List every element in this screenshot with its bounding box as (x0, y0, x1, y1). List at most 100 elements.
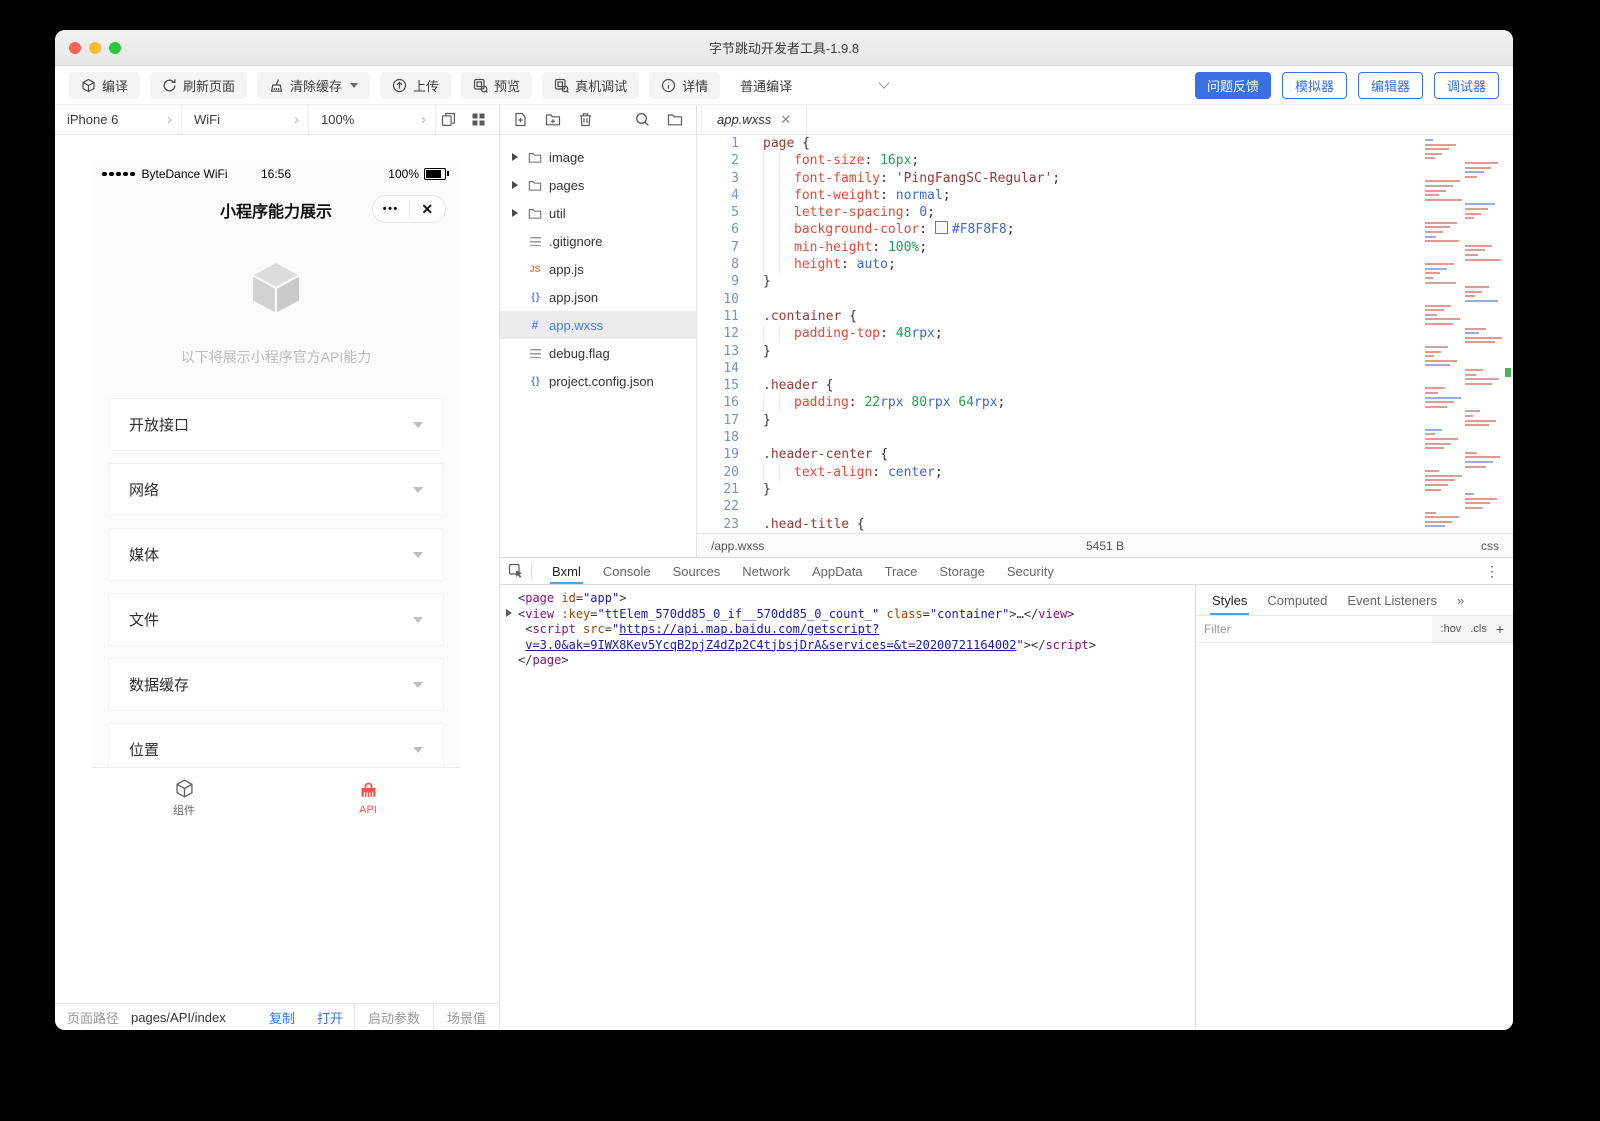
new-style-rule-button[interactable]: + (1496, 621, 1504, 637)
copy-screenshot-icon[interactable] (441, 112, 456, 127)
devtools-tab-console[interactable]: Console (592, 558, 662, 584)
chevron-right-icon: › (167, 112, 172, 127)
more-menu-button[interactable]: ••• (373, 203, 409, 215)
toggle-hover-state-button[interactable]: :hov (1441, 623, 1462, 635)
file-item-.gitignore[interactable]: .gitignore (500, 227, 696, 255)
devtools-tab-trace[interactable]: Trace (874, 558, 929, 584)
clock-label: 16:56 (261, 167, 291, 181)
toggle-class-button[interactable]: .cls (1470, 623, 1487, 635)
devtools-tab-storage[interactable]: Storage (928, 558, 996, 584)
devtools-tab-network[interactable]: Network (731, 558, 801, 584)
feedback-button[interactable]: 问题反馈 (1195, 72, 1271, 99)
code-editor[interactable]: 1page {2font-size: 16px;3font-family: 'P… (697, 135, 1513, 533)
details-label: 详情 (682, 76, 708, 95)
styles-tab-styles[interactable]: Styles (1202, 585, 1257, 615)
compile-button[interactable]: 编译 (69, 72, 140, 99)
editor-tab-app-wxss[interactable]: app.wxss ✕ (701, 105, 807, 134)
bxml-node-line-1[interactable]: <page id="app"> (506, 591, 1195, 607)
code-line-15: 15.header { (697, 377, 1513, 394)
file-item-image[interactable]: image (500, 143, 696, 171)
expand-caret-icon[interactable] (500, 209, 526, 217)
editor-toggle-button[interactable]: 编辑器 (1358, 72, 1423, 99)
compile-mode-select[interactable]: 普通编译 (734, 72, 894, 99)
clear-cache-button[interactable]: 清除缓存 (257, 72, 370, 99)
file-item-pages[interactable]: pages (500, 171, 696, 199)
file-item-debug.flag[interactable]: debug.flag (500, 339, 696, 367)
more-options-icon[interactable]: ⋮ (1479, 563, 1505, 580)
network-select[interactable]: WiFi › (182, 105, 309, 134)
file-item-project.config.json[interactable]: { }project.config.json (500, 367, 696, 395)
api-section-1[interactable]: 网络 (108, 463, 444, 516)
tab-components[interactable]: 组件 (92, 768, 276, 827)
styles-tab-»[interactable]: » (1447, 585, 1474, 615)
file-name: project.config.json (549, 374, 654, 389)
devtools-tab-appdata[interactable]: AppData (801, 558, 874, 584)
titlebar: 字节跳动开发者工具-1.9.8 (55, 30, 1513, 66)
bxml-node-line-2[interactable]: <view :key="ttElem_570dd85_0_if__570dd85… (506, 607, 1195, 623)
devtools-tab-sources[interactable]: Sources (662, 558, 732, 584)
open-folder-icon[interactable] (667, 112, 683, 127)
scene-value-button[interactable]: 场景值 (433, 1004, 499, 1030)
editor-minimap[interactable] (1425, 139, 1503, 529)
minimize-window-button[interactable] (89, 42, 101, 54)
devtools-tab-bxml[interactable]: Bxml (541, 558, 592, 584)
json-file-icon: { } (526, 292, 544, 303)
line-number: 5 (697, 204, 755, 221)
file-item-util[interactable]: util (500, 199, 696, 227)
script-src-link[interactable]: v=3.0&ak=9IWX8Kev5YcqB2pjZ4dZp2C4tjbsjDr… (525, 638, 1016, 652)
upload-button[interactable]: 上传 (380, 72, 451, 99)
copy-path-link[interactable]: 复制 (258, 1008, 306, 1027)
device-select[interactable]: iPhone 6 › (55, 105, 182, 134)
file-name: app.json (549, 290, 598, 305)
script-src-link[interactable]: https://api.map.baidu.com/getscript? (619, 622, 879, 636)
preview-button[interactable]: 预览 (461, 72, 532, 99)
expand-caret-icon[interactable] (500, 181, 526, 189)
styles-tab-event-listeners[interactable]: Event Listeners (1337, 585, 1447, 615)
expand-arrow-icon[interactable] (506, 607, 518, 623)
devtools-tab-security[interactable]: Security (996, 558, 1065, 584)
app-window: 字节跳动开发者工具-1.9.8 编译 刷新页面 清除缓存 上传 (55, 30, 1513, 1030)
api-section-5[interactable]: 位置 (108, 723, 444, 768)
file-item-app.js[interactable]: JSapp.js (500, 255, 696, 283)
close-tab-icon[interactable]: ✕ (780, 112, 791, 128)
api-section-0[interactable]: 开放接口 (108, 398, 444, 451)
details-button[interactable]: 详情 (649, 72, 720, 99)
editor-file-size: 5451 B (1086, 539, 1124, 553)
file-item-app.wxss[interactable]: #app.wxss (500, 311, 696, 339)
scrollbar-annotation[interactable] (1505, 368, 1511, 377)
delete-file-icon[interactable] (578, 112, 593, 127)
bxml-node-line-5[interactable]: </page> (506, 653, 1195, 669)
expand-caret-icon[interactable] (500, 153, 526, 161)
file-name: app.wxss (549, 318, 603, 333)
refresh-page-button[interactable]: 刷新页面 (150, 72, 247, 99)
bxml-node-line-3[interactable]: <script src="https://api.map.baidu.com/g… (506, 622, 1195, 638)
api-section-3[interactable]: 文件 (108, 593, 444, 646)
bxml-node-line-4[interactable]: v=3.0&ak=9IWX8Kev5YcqB2pjZ4dZp2C4tjbsjDr… (506, 638, 1195, 654)
grid-layout-icon[interactable] (471, 112, 486, 127)
zoom-window-button[interactable] (109, 42, 121, 54)
styles-tab-computed[interactable]: Computed (1257, 585, 1337, 615)
search-files-icon[interactable] (635, 112, 650, 127)
inspect-element-icon[interactable] (508, 563, 524, 579)
color-swatch[interactable] (935, 221, 948, 234)
styles-filter-input[interactable] (1196, 616, 1432, 642)
api-section-4[interactable]: 数据缓存 (108, 658, 444, 711)
new-folder-icon[interactable] (545, 112, 561, 127)
line-number: 19 (697, 446, 755, 463)
file-item-app.json[interactable]: { } app.json (500, 283, 696, 311)
refresh-icon (162, 78, 177, 93)
close-miniapp-button[interactable]: ✕ (410, 201, 446, 218)
api-section-label: 位置 (129, 739, 159, 760)
zoom-select[interactable]: 100% › (309, 105, 436, 134)
api-section-2[interactable]: 媒体 (108, 528, 444, 581)
remote-debug-button[interactable]: 真机调试 (542, 72, 639, 99)
simulator-toggle-button[interactable]: 模拟器 (1282, 72, 1347, 99)
close-window-button[interactable] (69, 42, 81, 54)
line-number: 3 (697, 170, 755, 187)
launch-params-button[interactable]: 启动参数 (354, 1004, 433, 1030)
debugger-toggle-button[interactable]: 调试器 (1434, 72, 1499, 99)
tab-api[interactable]: API (276, 768, 460, 827)
new-file-icon[interactable] (513, 112, 528, 127)
open-path-link[interactable]: 打开 (306, 1008, 354, 1027)
editor-language[interactable]: css (1481, 539, 1499, 553)
